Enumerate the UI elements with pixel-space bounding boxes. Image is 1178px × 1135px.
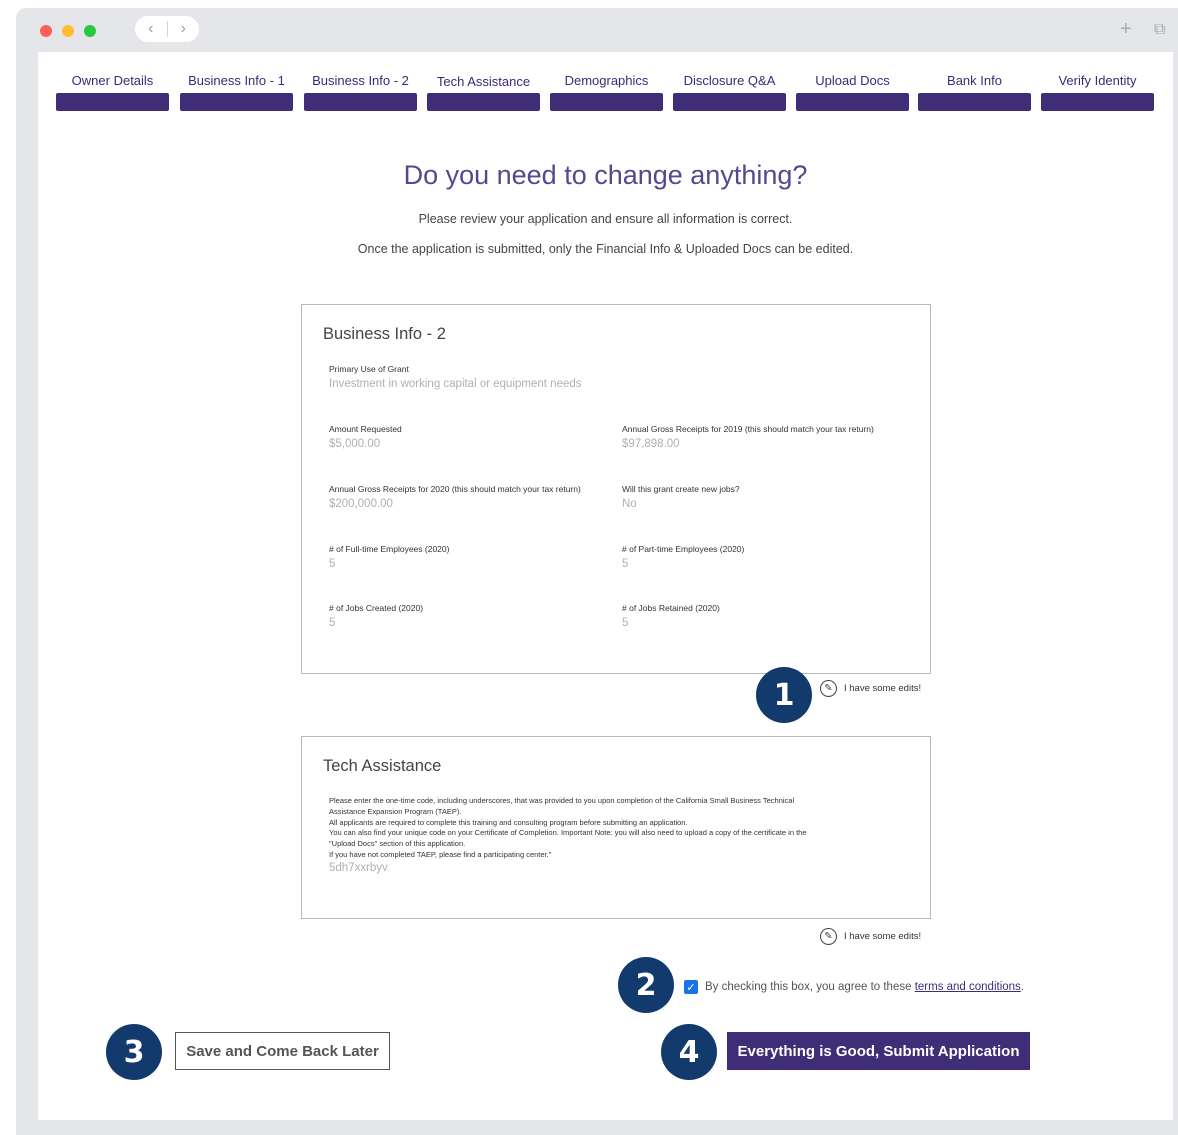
step-progress-bar	[673, 93, 786, 111]
terms-and-conditions-link[interactable]: terms and conditions	[915, 981, 1021, 993]
field-value: $200,000.00	[329, 498, 393, 510]
page-content: Owner Details Business Info - 1 Business…	[38, 52, 1173, 1120]
field-label: # of Part-time Employees (2020)	[622, 544, 745, 554]
tech-assistance-card: Tech Assistance Please enter the one-tim…	[301, 736, 931, 919]
check-icon: ✓	[686, 981, 696, 994]
step-progress-bar	[56, 93, 169, 111]
description-line: Assistance Expansion Program (TAEP).	[329, 806, 462, 816]
step-progress-bar	[427, 93, 540, 111]
card-title: Business Info - 2	[323, 325, 446, 343]
history-nav: ‹ ›	[135, 16, 199, 42]
card-title: Tech Assistance	[323, 757, 442, 775]
jobs-retained-field: # of Jobs Retained (2020) 5	[622, 603, 720, 629]
step-bank-info[interactable]: Bank Info	[918, 71, 1031, 121]
step-disclosure-qa[interactable]: Disclosure Q&A	[673, 71, 786, 121]
field-value: 5	[622, 617, 629, 629]
create-jobs-field: Will this grant create new jobs? No	[622, 484, 740, 510]
field-value: No	[622, 498, 637, 510]
step-demographics[interactable]: Demographics	[550, 71, 663, 121]
step-progress-bar	[796, 93, 909, 111]
step-progress-bar	[304, 93, 417, 111]
step-business-info-1[interactable]: Business Info - 1	[180, 71, 293, 121]
business-info-2-card: Business Info - 2 Primary Use of Grant I…	[301, 304, 931, 674]
zoom-window-button[interactable]	[84, 25, 96, 37]
field-label: # of Jobs Created (2020)	[329, 603, 424, 613]
title-bar: ‹ › + ⧉	[16, 8, 1178, 52]
back-icon[interactable]: ‹	[135, 16, 167, 42]
field-label: Annual Gross Receipts for 2020 (this sho…	[329, 484, 581, 494]
jobs-created-field: # of Jobs Created (2020) 5	[329, 603, 423, 629]
amount-requested-field: Amount Requested $5,000.00	[329, 424, 402, 450]
callout-badge-2: 2	[618, 957, 674, 1013]
description-line: You can also find your unique code on yo…	[329, 828, 807, 838]
page-note: Once the application is submitted, only …	[357, 242, 854, 256]
step-progress-bar	[918, 93, 1031, 111]
field-label: Will this grant create new jobs?	[622, 484, 740, 494]
tech-assistance-description: Please enter the one-time code, includin…	[329, 796, 899, 874]
page-subtitle: Please review your application and ensur…	[418, 212, 793, 226]
field-label: # of Jobs Retained (2020)	[622, 603, 720, 613]
field-label: Annual Gross Receipts for 2019 (this sho…	[622, 424, 874, 434]
primary-use-field: Primary Use of Grant Investment in worki…	[329, 364, 582, 390]
field-value: $97,898.00	[622, 438, 680, 450]
description-line: Please enter the one-time code, includin…	[329, 796, 795, 805]
field-value: $5,000.00	[329, 438, 381, 450]
step-owner-details[interactable]: Owner Details	[56, 71, 169, 121]
minimize-window-button[interactable]	[62, 25, 74, 37]
field-label: Primary Use of Grant	[329, 364, 409, 374]
part-time-employees-field: # of Part-time Employees (2020) 5	[622, 544, 744, 570]
new-tab-icon[interactable]: +	[1120, 18, 1132, 41]
close-window-button[interactable]	[40, 25, 52, 37]
step-progress-bar	[550, 93, 663, 111]
tab-overview-icon[interactable]: ⧉	[1154, 21, 1165, 39]
step-progress-bar	[180, 93, 293, 111]
field-label: Amount Requested	[329, 424, 402, 434]
callout-badge-1: 1	[756, 667, 812, 723]
browser-window: ‹ › + ⧉ Owner Details Business Info - 1 …	[16, 8, 1178, 1135]
tech-assistance-edit-link[interactable]: ✎ I have some edits!	[820, 928, 921, 945]
tech-assistance-code-value: 5dh7xxrbyv	[329, 861, 388, 874]
step-business-info-2[interactable]: Business Info - 2	[304, 71, 417, 121]
description-line: "Upload Docs" section of this applicatio…	[329, 839, 466, 849]
full-time-employees-field: # of Full-time Employees (2020) 5	[329, 544, 449, 570]
field-value: 5	[329, 617, 336, 629]
save-and-come-back-later-button[interactable]: Save and Come Back Later	[175, 1032, 390, 1070]
step-navigation: Owner Details Business Info - 1 Business…	[56, 71, 1156, 121]
callout-badge-3: 3	[106, 1024, 162, 1080]
step-label: Verify Identity	[1058, 73, 1137, 88]
submit-application-button[interactable]: Everything is Good, Submit Application	[727, 1032, 1030, 1070]
terms-checkbox[interactable]: ✓	[684, 980, 698, 994]
field-value: 5	[622, 558, 629, 570]
business-info-2-edit-link[interactable]: ✎ I have some edits!	[820, 680, 921, 697]
page-title: Do you need to change anything?	[403, 160, 808, 190]
callout-badge-4: 4	[661, 1024, 717, 1080]
field-value: 5	[329, 558, 336, 570]
gross-receipts-2020-field: Annual Gross Receipts for 2020 (this sho…	[329, 484, 581, 510]
forward-icon[interactable]: ›	[168, 16, 200, 42]
edit-link-label: I have some edits!	[844, 683, 922, 694]
terms-agreement: ✓ By checking this box, you agree to the…	[684, 980, 1024, 994]
pencil-circle-icon: ✎	[820, 928, 837, 945]
agreement-suffix: .	[1020, 981, 1025, 993]
field-value: Investment in working capital or equipme…	[329, 378, 582, 390]
edit-link-label: I have some edits!	[844, 931, 922, 942]
description-line: All applicants are required to complete …	[329, 817, 688, 827]
step-verify-identity[interactable]: Verify Identity	[1041, 71, 1154, 121]
pencil-circle-icon: ✎	[820, 680, 837, 697]
step-upload-docs[interactable]: Upload Docs	[796, 71, 909, 121]
field-label: # of Full-time Employees (2020)	[329, 544, 450, 554]
step-progress-bar	[1041, 93, 1154, 111]
description-line: If you have not completed TAEP, please f…	[329, 849, 552, 859]
terms-agreement-text: By checking this box, you agree to these…	[705, 981, 1024, 993]
gross-receipts-2019-field: Annual Gross Receipts for 2019 (this sho…	[622, 424, 874, 450]
step-tech-assistance[interactable]: Tech Assistance	[427, 71, 540, 121]
agreement-prefix: By checking this box, you agree to these	[705, 981, 915, 993]
